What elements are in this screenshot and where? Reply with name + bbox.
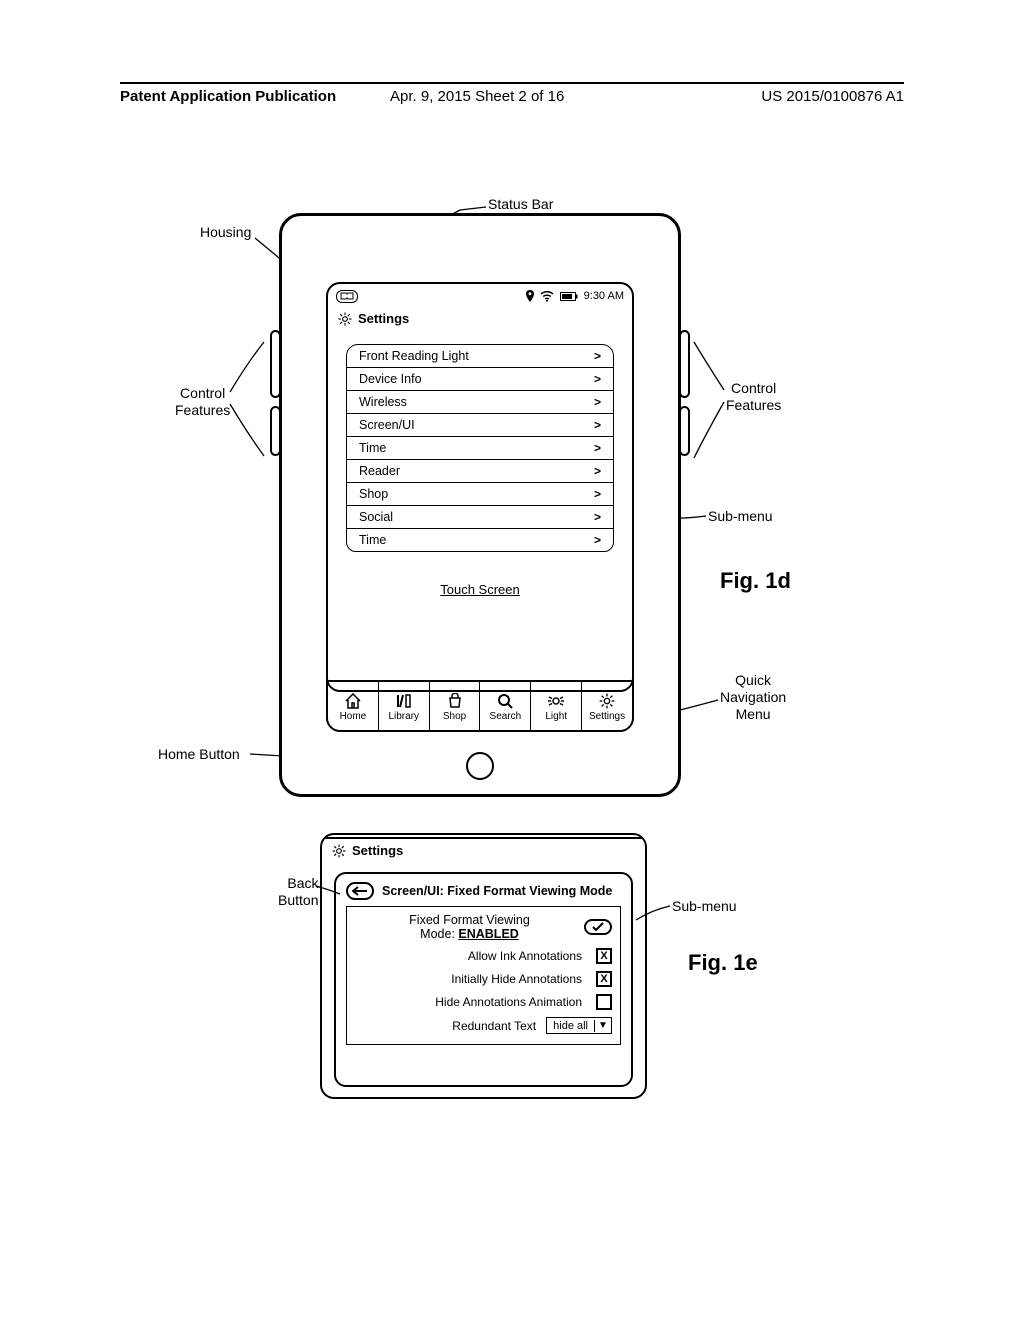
- row-hide-anim: Hide Annotations Animation: [355, 994, 612, 1010]
- row-label: Allow Ink Annotations: [468, 949, 582, 963]
- submenu-1e: Screen/UI: Fixed Format Viewing Mode Fix…: [334, 872, 633, 1087]
- enabled-value: ENABLED: [458, 927, 518, 941]
- redundant-dropdown[interactable]: hide all ▼: [546, 1017, 612, 1034]
- settings-title-text-1e: Settings: [352, 843, 403, 858]
- enabled-row: Fixed Format Viewing Mode: ENABLED: [355, 913, 612, 941]
- row-label: Redundant Text: [452, 1019, 536, 1033]
- row-hide-init: Initially Hide Annotations X: [355, 971, 612, 987]
- arrow-left-icon: [352, 886, 368, 896]
- check-icon: [592, 922, 604, 932]
- row-label: Initially Hide Annotations: [451, 972, 582, 986]
- checkbox-hide-init[interactable]: X: [596, 971, 612, 987]
- submenu-inner: Fixed Format Viewing Mode: ENABLED Allow…: [346, 906, 621, 1045]
- row-label: Hide Annotations Animation: [435, 995, 582, 1009]
- checkbox-allow-ink[interactable]: X: [596, 948, 612, 964]
- caret-down-icon: ▼: [595, 1020, 611, 1031]
- dropdown-value: hide all: [547, 1020, 595, 1032]
- settings-header-1e: Settings: [322, 839, 645, 864]
- row-redundant: Redundant Text hide all ▼: [355, 1017, 612, 1034]
- submenu-header-row: Screen/UI: Fixed Format Viewing Mode: [346, 882, 621, 900]
- enabled-line1: Fixed Format Viewing: [355, 913, 584, 927]
- submenu-title: Screen/UI: Fixed Format Viewing Mode: [382, 884, 612, 898]
- back-button[interactable]: [346, 882, 374, 900]
- gear-icon: [332, 844, 346, 858]
- row-allow-ink: Allow Ink Annotations X: [355, 948, 612, 964]
- settings-panel-1e: Settings Screen/UI: Fixed Format Viewing…: [320, 833, 647, 1099]
- enabled-toggle[interactable]: [584, 919, 612, 935]
- enabled-line2-prefix: Mode:: [420, 927, 458, 941]
- checkbox-hide-anim[interactable]: [596, 994, 612, 1010]
